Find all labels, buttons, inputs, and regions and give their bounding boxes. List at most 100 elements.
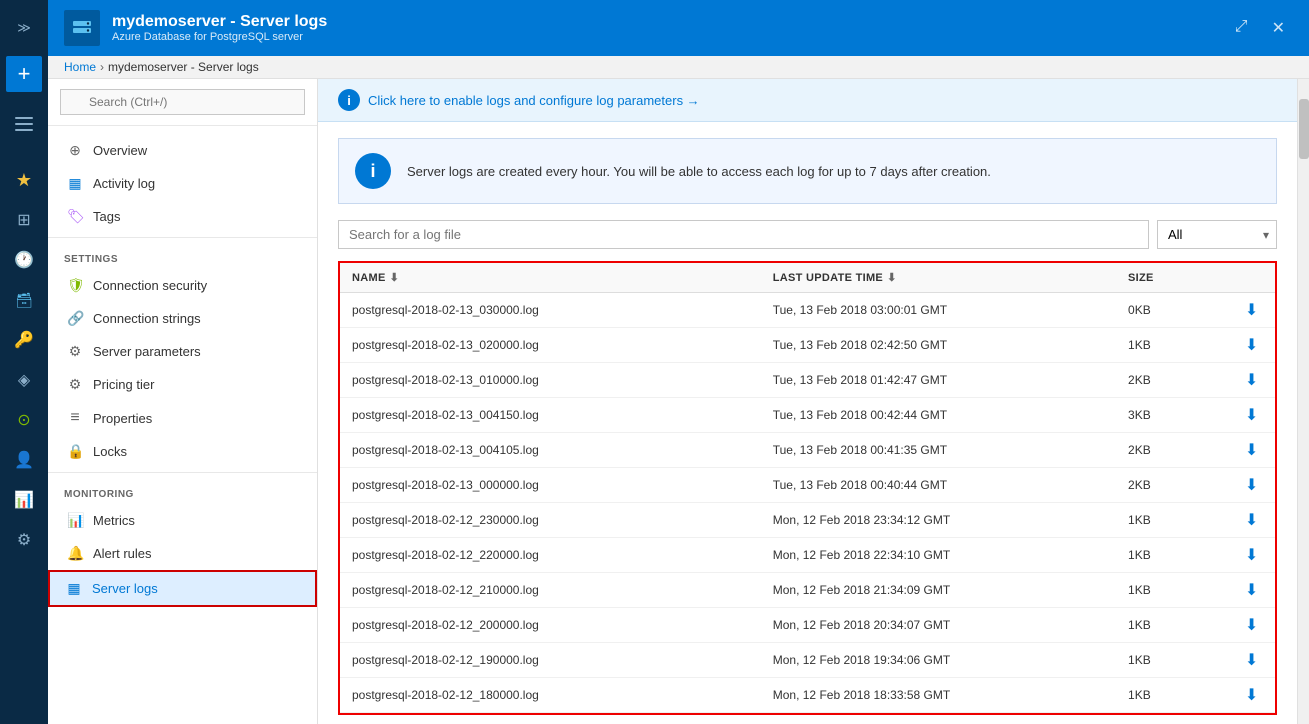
key-icon[interactable]: 🔑 — [4, 320, 44, 360]
download-icon[interactable]: ⬇ — [1245, 650, 1258, 670]
sidebar: 🔍 ⊕ Overview ▦ Activity log 🏷 Tags — [48, 79, 318, 724]
log-time-cell: Tue, 13 Feb 2018 00:42:44 GMT — [761, 398, 1116, 433]
log-name-cell: postgresql-2018-02-12_190000.log — [340, 643, 761, 678]
log-download-cell[interactable]: ⬇ — [1228, 608, 1275, 643]
log-size-cell: 1KB — [1116, 643, 1228, 678]
log-time-cell: Mon, 12 Feb 2018 21:34:09 GMT — [761, 573, 1116, 608]
database-icon[interactable]: 🗃 — [4, 280, 44, 320]
sidebar-item-connection-strings[interactable]: 🔗 Connection strings — [48, 302, 317, 335]
log-search-input[interactable] — [338, 220, 1149, 249]
filter-select-wrap: All ▾ — [1157, 220, 1277, 249]
breadcrumb-current: mydemoserver - Server logs — [108, 60, 259, 74]
log-download-cell[interactable]: ⬇ — [1228, 468, 1275, 503]
info-banner-top[interactable]: i Click here to enable logs and configur… — [318, 79, 1297, 122]
log-time-cell: Mon, 12 Feb 2018 22:34:10 GMT — [761, 538, 1116, 573]
log-size-cell: 1KB — [1116, 328, 1228, 363]
table-row: postgresql-2018-02-12_180000.log Mon, 12… — [340, 678, 1275, 713]
sidebar-item-alert-rules[interactable]: 🔔 Alert rules — [48, 537, 317, 570]
info-box-icon: i — [355, 153, 391, 189]
download-icon[interactable]: ⬇ — [1245, 335, 1258, 355]
person-icon[interactable]: 👤 — [4, 440, 44, 480]
breadcrumb-home[interactable]: Home — [64, 60, 96, 74]
server-parameters-icon: ⚙ — [67, 343, 83, 360]
resize-icon[interactable]: ⤢ — [1227, 14, 1256, 42]
table-row: postgresql-2018-02-12_230000.log Mon, 12… — [340, 503, 1275, 538]
table-row: postgresql-2018-02-13_020000.log Tue, 13… — [340, 328, 1275, 363]
log-download-cell[interactable]: ⬇ — [1228, 363, 1275, 398]
download-icon[interactable]: ⬇ — [1245, 685, 1258, 705]
connection-security-icon: 🛡 — [67, 277, 83, 294]
log-download-cell[interactable]: ⬇ — [1228, 433, 1275, 468]
log-name-cell: postgresql-2018-02-13_010000.log — [340, 363, 761, 398]
info-banner-link[interactable]: Click here to enable logs and configure … — [368, 93, 700, 108]
log-size-cell: 0KB — [1116, 293, 1228, 328]
log-download-cell[interactable]: ⬇ — [1228, 398, 1275, 433]
log-download-cell[interactable]: ⬇ — [1228, 503, 1275, 538]
sidebar-item-server-parameters[interactable]: ⚙ Server parameters — [48, 335, 317, 368]
sidebar-item-metrics[interactable]: 📊 Metrics — [48, 504, 317, 537]
sidebar-item-tags[interactable]: 🏷 Tags — [48, 200, 317, 233]
sort-name-icon[interactable]: ⬇ — [390, 271, 400, 284]
page-title: mydemoserver - Server logs — [112, 13, 327, 31]
log-size-cell: 2KB — [1116, 363, 1228, 398]
sidebar-label-overview: Overview — [93, 143, 147, 158]
download-icon[interactable]: ⬇ — [1245, 300, 1258, 320]
log-name-cell: postgresql-2018-02-12_230000.log — [340, 503, 761, 538]
download-icon[interactable]: ⬇ — [1245, 545, 1258, 565]
settings-bottom-icon[interactable]: ⚙ — [4, 520, 44, 560]
circle-icon[interactable]: ⊙ — [4, 400, 44, 440]
close-icon[interactable]: ✕ — [1264, 14, 1293, 42]
download-icon[interactable]: ⬇ — [1245, 580, 1258, 600]
info-circle-icon: i — [338, 89, 360, 111]
log-name-cell: postgresql-2018-02-12_200000.log — [340, 608, 761, 643]
table-row: postgresql-2018-02-12_190000.log Mon, 12… — [340, 643, 1275, 678]
filter-select[interactable]: All — [1157, 220, 1277, 249]
sidebar-search-input[interactable] — [60, 89, 305, 115]
metrics-icon: 📊 — [67, 512, 83, 529]
col-header-size: SIZE — [1116, 263, 1228, 293]
sidebar-item-properties[interactable]: ≡ Properties — [48, 401, 317, 435]
log-size-cell: 1KB — [1116, 538, 1228, 573]
diamond-icon[interactable]: ◈ — [4, 360, 44, 400]
expand-icon[interactable]: ≫ — [4, 8, 44, 48]
locks-icon: 🔒 — [67, 443, 83, 460]
download-icon[interactable]: ⬇ — [1245, 370, 1258, 390]
log-name-cell: postgresql-2018-02-13_004150.log — [340, 398, 761, 433]
plus-icon[interactable]: + — [6, 56, 42, 92]
log-download-cell[interactable]: ⬇ — [1228, 678, 1275, 713]
table-row: postgresql-2018-02-12_220000.log Mon, 12… — [340, 538, 1275, 573]
sidebar-item-activitylog[interactable]: ▦ Activity log — [48, 167, 317, 200]
sidebar-item-overview[interactable]: ⊕ Overview — [48, 134, 317, 167]
col-header-name: NAME ⬇ — [340, 263, 761, 293]
download-icon[interactable]: ⬇ — [1245, 475, 1258, 495]
log-download-cell[interactable]: ⬇ — [1228, 328, 1275, 363]
grid-icon[interactable]: ⊞ — [4, 200, 44, 240]
log-download-cell[interactable]: ⬇ — [1228, 538, 1275, 573]
breadcrumb-sep: › — [100, 60, 104, 74]
download-icon[interactable]: ⬇ — [1245, 510, 1258, 530]
log-name-cell: postgresql-2018-02-12_210000.log — [340, 573, 761, 608]
log-download-cell[interactable]: ⬇ — [1228, 293, 1275, 328]
sidebar-item-pricing-tier[interactable]: ⚙ Pricing tier — [48, 368, 317, 401]
col-header-dl — [1228, 263, 1275, 293]
log-download-cell[interactable]: ⬇ — [1228, 573, 1275, 608]
sidebar-label-properties: Properties — [93, 411, 152, 426]
download-icon[interactable]: ⬇ — [1245, 440, 1258, 460]
sidebar-item-server-logs[interactable]: ▦ Server logs — [48, 570, 317, 607]
download-icon[interactable]: ⬇ — [1245, 615, 1258, 635]
star-icon[interactable]: ★ — [4, 160, 44, 200]
log-time-cell: Mon, 12 Feb 2018 19:34:06 GMT — [761, 643, 1116, 678]
server-icon — [64, 10, 100, 46]
log-size-cell: 1KB — [1116, 608, 1228, 643]
sidebar-item-locks[interactable]: 🔒 Locks — [48, 435, 317, 468]
chart-icon[interactable]: 📊 — [4, 480, 44, 520]
download-icon[interactable]: ⬇ — [1245, 405, 1258, 425]
clock-icon[interactable]: 🕐 — [4, 240, 44, 280]
hamburger-icon[interactable] — [4, 104, 44, 144]
sidebar-item-connection-security[interactable]: 🛡 Connection security — [48, 269, 317, 302]
log-name-cell: postgresql-2018-02-12_180000.log — [340, 678, 761, 713]
sort-time-icon[interactable]: ⬇ — [887, 271, 897, 284]
log-download-cell[interactable]: ⬇ — [1228, 643, 1275, 678]
log-size-cell: 1KB — [1116, 678, 1228, 713]
scrollbar[interactable] — [1297, 79, 1309, 724]
